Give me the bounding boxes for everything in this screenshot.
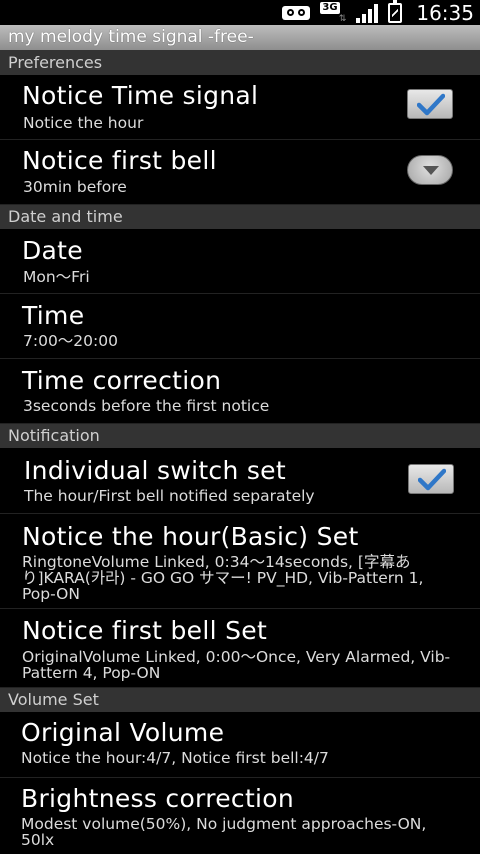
pref-date[interactable]: Date Mon〜Fri	[0, 229, 480, 294]
signal-strength-icon	[356, 3, 379, 23]
pref-title: Notice first bell Set	[22, 616, 268, 645]
section-header-date-time: Date and time	[0, 205, 480, 229]
pref-title: Notice first bell	[22, 146, 217, 175]
pref-summary: Mon〜Fri	[23, 268, 90, 286]
pref-title: Original Volume	[21, 718, 225, 747]
network-type: 3G	[320, 1, 340, 14]
pref-summary: 30min before	[23, 178, 127, 196]
network-3g-icon: 3G ⇅	[320, 1, 347, 24]
pref-brightness-correction[interactable]: Brightness correction Modest volume(50%)…	[0, 778, 480, 854]
check-mark-icon	[417, 93, 445, 116]
pref-notice-time-signal[interactable]: Notice Time signal Notice the hour	[0, 75, 480, 140]
pref-summary: 3seconds before the first notice	[23, 397, 270, 415]
pref-individual-switch[interactable]: Individual switch set The hour/First bel…	[0, 448, 480, 514]
app-title-bar: my melody time signal -free-	[0, 25, 480, 50]
pref-title: Date	[22, 236, 83, 265]
pref-summary: The hour/First bell notified separately	[24, 487, 315, 505]
pref-summary: 7:00〜20:00	[23, 332, 118, 350]
pref-original-volume[interactable]: Original Volume Notice the hour:4/7, Not…	[0, 712, 480, 778]
pref-summary: OriginalVolume Linked, 0:00〜Once, Very A…	[22, 648, 451, 682]
data-arrows-icon: ⇅	[338, 13, 347, 24]
pref-time-correction[interactable]: Time correction 3seconds before the firs…	[0, 359, 480, 424]
status-clock: 16:35	[416, 0, 474, 25]
pref-time[interactable]: Time 7:00〜20:00	[0, 294, 480, 359]
voicemail-icon	[282, 5, 311, 20]
section-header-volume: Volume Set	[0, 688, 480, 712]
individual-switch-checkbox[interactable]	[408, 464, 454, 494]
battery-charging-icon	[388, 0, 403, 23]
pref-title: Notice the hour(Basic) Set	[22, 522, 359, 551]
section-header-notification: Notification	[0, 424, 480, 448]
chevron-down-icon[interactable]	[407, 155, 453, 185]
notice-time-signal-checkbox[interactable]	[407, 89, 453, 119]
pref-title: Notice Time signal	[22, 81, 259, 110]
status-bar: 3G ⇅ 16:35	[0, 0, 480, 25]
pref-title: Brightness correction	[21, 784, 295, 813]
pref-summary: Notice the hour:4/7, Notice first bell:4…	[21, 749, 329, 767]
pref-summary: RingtoneVolume Linked, 0:34〜14seconds, […	[22, 553, 424, 603]
pref-title: Time correction	[22, 366, 222, 395]
section-header-preferences: Preferences	[0, 50, 480, 75]
pref-first-bell-set[interactable]: Notice first bell Set OriginalVolume Lin…	[0, 609, 480, 688]
pref-title: Individual switch set	[24, 456, 286, 485]
check-mark-icon	[418, 468, 446, 491]
pref-title: Time	[22, 301, 85, 330]
status-icons: 3G ⇅ 16:35	[282, 0, 474, 25]
pref-summary: Notice the hour	[23, 114, 144, 132]
pref-hour-basic-set[interactable]: Notice the hour(Basic) Set RingtoneVolum…	[0, 514, 480, 609]
pref-notice-first-bell[interactable]: Notice first bell 30min before	[0, 140, 480, 205]
pref-summary: Modest volume(50%), No judgment approach…	[21, 815, 427, 849]
